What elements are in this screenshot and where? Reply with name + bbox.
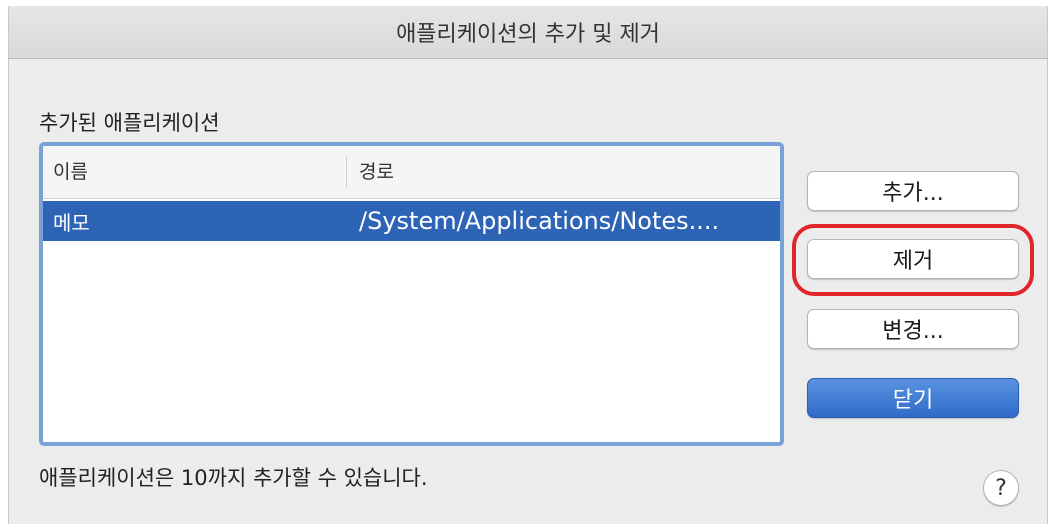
row-path-cell: /System/Applications/Notes.... [359, 207, 720, 235]
add-button[interactable]: 추가... [807, 171, 1019, 211]
limit-note: 애플리케이션은 10까지 추가할 수 있습니다. [39, 466, 428, 490]
change-button[interactable]: 변경... [807, 309, 1019, 349]
question-mark-icon: ? [995, 475, 1007, 501]
remove-button[interactable]: 제거 [807, 239, 1019, 279]
row-name-cell: 메모 [53, 210, 90, 235]
table-row-selected[interactable]: 메모 /System/Applications/Notes.... [43, 201, 780, 241]
applications-table[interactable]: 이름 경로 메모 /System/Applications/Notes.... [39, 142, 784, 446]
help-button[interactable]: ? [983, 470, 1019, 506]
dialog-window: 애플리케이션의 추가 및 제거 추가된 애플리케이션 이름 경로 메모 /Sys… [8, 6, 1048, 524]
window-title: 애플리케이션의 추가 및 제거 [396, 22, 660, 47]
column-header-name[interactable]: 이름 [43, 156, 347, 188]
column-header-path[interactable]: 경로 [347, 156, 394, 188]
close-button[interactable]: 닫기 [807, 378, 1019, 418]
table-header: 이름 경로 [43, 146, 780, 199]
title-bar[interactable]: 애플리케이션의 추가 및 제거 [9, 6, 1047, 59]
section-label: 추가된 애플리케이션 [39, 111, 220, 135]
